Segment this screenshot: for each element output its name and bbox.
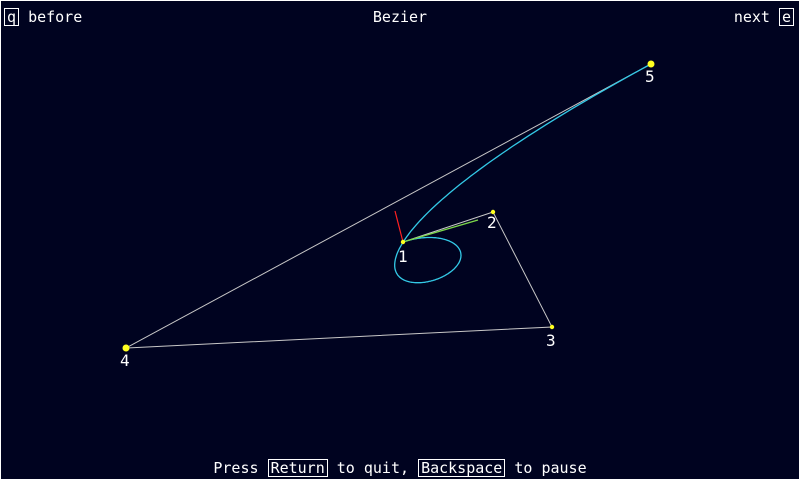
control-point-label: 5 [645, 67, 655, 86]
control-point-label: 3 [546, 331, 556, 350]
pause-text: to pause [514, 459, 587, 477]
return-key: Return [267, 459, 328, 477]
control-point-1[interactable] [400, 239, 406, 245]
quit-text: to quit, [336, 459, 410, 477]
normal-line [394, 210, 404, 243]
backspace-key: Backspace [418, 459, 506, 477]
next-key[interactable]: e [778, 8, 794, 26]
bezier-curve [394, 63, 652, 284]
next-demo[interactable]: next e [734, 8, 794, 26]
bezier-canvas[interactable]: 1 2 3 4 5 [0, 0, 800, 480]
control-polygon [125, 63, 652, 349]
control-point-label: 4 [120, 351, 130, 370]
control-point-label: 1 [398, 247, 408, 266]
control-point-3[interactable] [549, 324, 555, 330]
help-bar: Press Return to quit, Backspace to pause [0, 459, 800, 477]
demo-title: Bezier [372, 8, 428, 26]
next-label: next [733, 8, 770, 26]
control-point-label: 2 [487, 213, 497, 232]
press-text: Press [213, 459, 259, 477]
